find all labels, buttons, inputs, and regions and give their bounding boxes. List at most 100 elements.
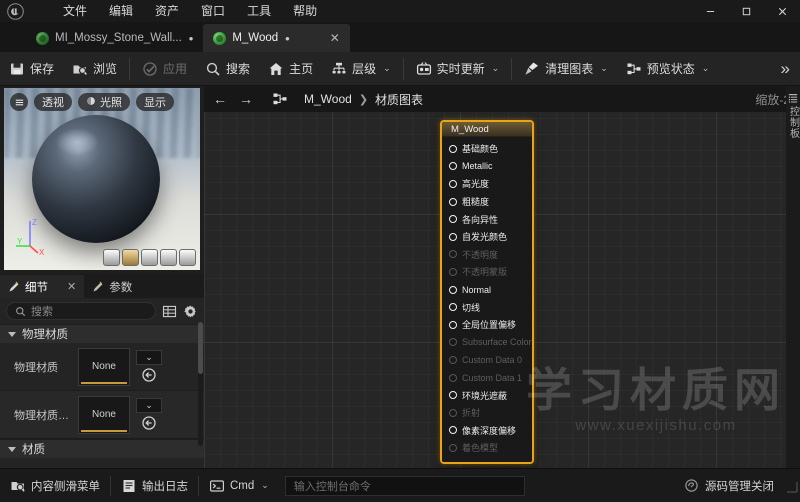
menu-item-edit[interactable]: 编辑: [98, 1, 144, 21]
content-drawer-button[interactable]: 内容侧滑菜单: [0, 469, 110, 502]
plane-preview-button[interactable]: [141, 249, 158, 266]
pin-icon[interactable]: [449, 373, 457, 382]
node-pin-subsurface-color[interactable]: Subsurface Color: [442, 334, 532, 352]
cube-preview-button[interactable]: [160, 249, 177, 266]
viewport-show-button[interactable]: 显示: [136, 93, 174, 111]
pin-icon[interactable]: [449, 179, 457, 188]
reset-arrow-icon[interactable]: [141, 367, 157, 383]
details-scrollbar[interactable]: [198, 322, 203, 446]
pin-icon[interactable]: [449, 426, 457, 435]
pin-icon[interactable]: [449, 197, 457, 206]
node-pin-opacity[interactable]: 不透明度: [442, 246, 532, 264]
pin-icon[interactable]: [449, 267, 457, 276]
pin-icon[interactable]: [449, 408, 457, 417]
toolbar-home-button[interactable]: 主页: [259, 52, 322, 86]
menu-item-window[interactable]: 窗口: [190, 1, 236, 21]
chevron-down-icon[interactable]: ⌄: [383, 63, 391, 74]
toolbar-live-update-button[interactable]: 实时更新 ⌄: [407, 52, 509, 86]
details-scrollbar-thumb[interactable]: [198, 322, 203, 374]
material-preview-viewport[interactable]: 透视 光照 显示 Z Y X: [4, 88, 200, 270]
panel-list-icon[interactable]: [788, 90, 798, 103]
pin-icon[interactable]: [449, 443, 457, 452]
pin-icon[interactable]: [449, 338, 457, 347]
menu-item-tools[interactable]: 工具: [236, 1, 282, 21]
toolbar-preview-state-button[interactable]: 预览状态 ⌄: [617, 52, 719, 86]
material-graph-canvas[interactable]: M_Wood 基础颜色 Metallic 高光度 粗糙度 各向异性 自发光颜色 …: [204, 86, 800, 468]
node-pin-roughness[interactable]: 粗糙度: [442, 193, 532, 211]
pin-icon[interactable]: [449, 232, 457, 241]
node-pin-custom-data-0[interactable]: Custom Data 0: [442, 351, 532, 369]
pin-icon[interactable]: [449, 391, 457, 400]
section-header-physical-material[interactable]: 物理材质: [0, 324, 204, 343]
tab-parameters[interactable]: 参数: [84, 275, 140, 298]
toolbar-overflow-button[interactable]: »: [771, 52, 800, 86]
cylinder-preview-button[interactable]: [103, 249, 120, 266]
source-control-button[interactable]: 源码管理关闭: [674, 469, 784, 502]
search-input[interactable]: 搜索: [6, 302, 156, 320]
toolbar-save-button[interactable]: 保存: [0, 52, 63, 86]
menu-item-file[interactable]: 文件: [52, 1, 98, 21]
chevron-down-icon[interactable]: ⌄: [600, 63, 608, 74]
node-pin-shading-model[interactable]: 着色模型: [442, 439, 532, 457]
close-icon[interactable]: ✕: [67, 280, 76, 293]
back-arrow-icon[interactable]: ←: [212, 91, 228, 107]
custom-mesh-preview-button[interactable]: [179, 249, 196, 266]
breadcrumb-item-graph[interactable]: 材质图表: [375, 91, 423, 108]
toolbar-apply-button[interactable]: 应用: [133, 52, 196, 86]
maximize-button[interactable]: [728, 0, 764, 22]
node-pin-world-position-offset[interactable]: 全局位置偏移: [442, 316, 532, 334]
node-pin-pixel-depth-offset[interactable]: 像素深度偏移: [442, 422, 532, 440]
breadcrumb-item-material[interactable]: M_Wood: [304, 92, 352, 106]
gear-icon[interactable]: [183, 304, 198, 319]
tab-mi-mossy-stone-wall[interactable]: MI_Mossy_Stone_Wall... •: [26, 24, 204, 52]
grid-view-icon[interactable]: [162, 304, 177, 319]
toolbar-search-button[interactable]: 搜索: [196, 52, 259, 86]
toolbar-clean-graph-button[interactable]: 清理图表 ⌄: [515, 52, 617, 86]
pin-icon[interactable]: [449, 355, 457, 364]
node-pin-refraction[interactable]: 折射: [442, 404, 532, 422]
pin-icon[interactable]: [449, 144, 457, 153]
console-command-input[interactable]: 输入控制台命令: [284, 475, 525, 496]
menu-item-asset[interactable]: 资产: [144, 1, 190, 21]
forward-arrow-icon[interactable]: →: [238, 91, 254, 107]
toolbar-browse-button[interactable]: 浏览: [63, 52, 126, 86]
output-log-button[interactable]: 输出日志: [111, 469, 198, 502]
node-pin-metallic[interactable]: Metallic: [442, 158, 532, 176]
menu-item-help[interactable]: 帮助: [282, 1, 328, 21]
minimize-button[interactable]: [692, 0, 728, 22]
toolbar-hierarchy-button[interactable]: 层级 ⌄: [322, 52, 400, 86]
asset-picker[interactable]: None: [78, 347, 130, 386]
tab-close-icon[interactable]: ✕: [330, 31, 340, 45]
pin-icon[interactable]: [449, 320, 457, 329]
tab-details[interactable]: 细节 ✕: [0, 275, 85, 298]
node-pin-anisotropy[interactable]: 各向异性: [442, 210, 532, 228]
reset-arrow-icon[interactable]: [141, 415, 157, 431]
node-pin-ambient-occlusion[interactable]: 环境光遮蔽: [442, 386, 532, 404]
node-pin-specular[interactable]: 高光度: [442, 175, 532, 193]
chevron-down-icon[interactable]: ⌄: [261, 480, 269, 491]
pin-icon[interactable]: [449, 250, 457, 259]
viewport-lighting-button[interactable]: 光照: [78, 93, 130, 111]
close-button[interactable]: [764, 0, 800, 22]
right-rail-label[interactable]: 控制板: [786, 106, 800, 139]
pin-icon[interactable]: [449, 162, 457, 171]
material-output-node[interactable]: M_Wood 基础颜色 Metallic 高光度 粗糙度 各向异性 自发光颜色 …: [440, 120, 534, 464]
asset-picker[interactable]: None: [78, 395, 130, 434]
node-pin-custom-data-1[interactable]: Custom Data 1: [442, 369, 532, 387]
tab-m-wood[interactable]: M_Wood • ✕: [203, 24, 350, 52]
node-pin-base-color[interactable]: 基础颜色: [442, 140, 532, 158]
hamburger-icon[interactable]: [10, 93, 28, 111]
viewport-perspective-button[interactable]: 透视: [34, 93, 72, 111]
resize-grip-icon[interactable]: [786, 480, 800, 492]
chevron-down-icon[interactable]: ⌄: [702, 63, 710, 74]
sphere-preview-button[interactable]: [122, 249, 139, 266]
chevron-down-icon[interactable]: ⌄: [492, 63, 500, 74]
node-pin-opacity-mask[interactable]: 不透明蒙版: [442, 263, 532, 281]
node-pin-tangent[interactable]: 切线: [442, 298, 532, 316]
asset-dropdown-button[interactable]: ⌄: [136, 350, 162, 365]
cmd-mode-button[interactable]: Cmd ⌄: [199, 469, 279, 502]
node-pin-emissive-color[interactable]: 自发光颜色: [442, 228, 532, 246]
pin-icon[interactable]: [449, 303, 457, 312]
asset-dropdown-button[interactable]: ⌄: [136, 398, 162, 413]
node-pin-normal[interactable]: Normal: [442, 281, 532, 299]
